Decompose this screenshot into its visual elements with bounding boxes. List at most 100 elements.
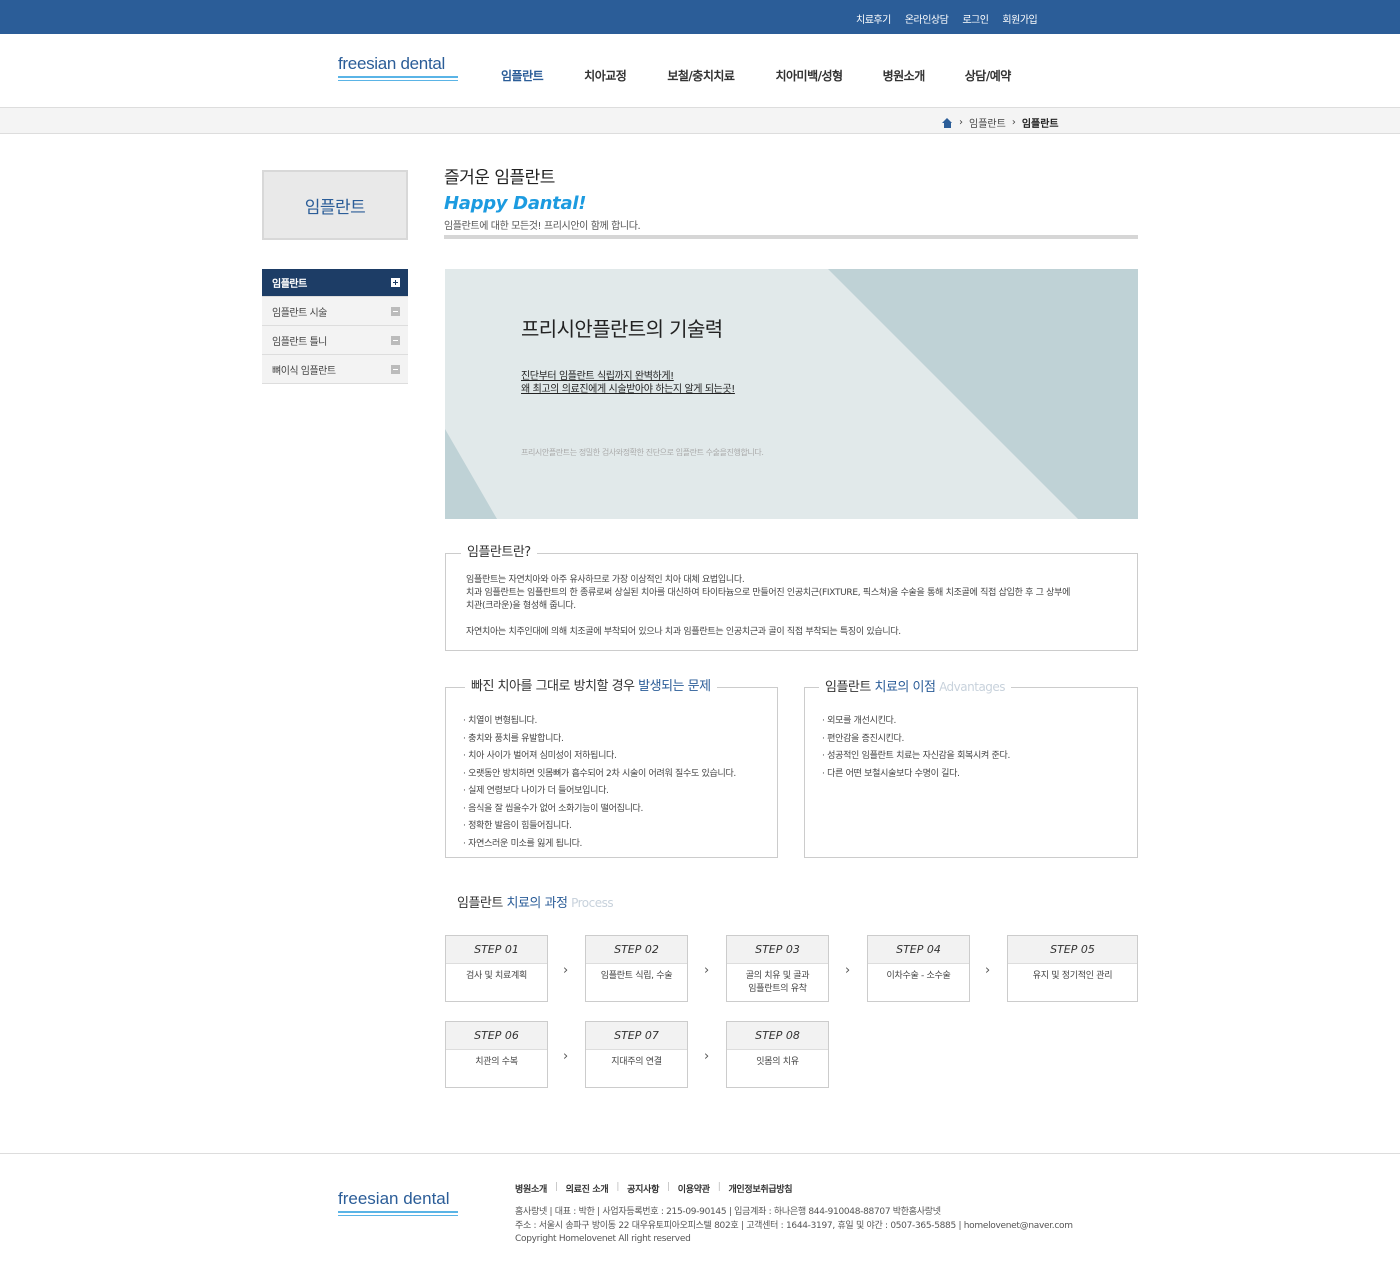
nav-about[interactable]: 병원소개 — [883, 67, 926, 84]
content-header: 즐거운 임플란트 Happy Dantal! 임플란트에 대한 모든것! 프리시… — [444, 167, 1138, 239]
advantages-box: 임플란트 치료의 이점 Advantages · 외모를 개선시킨다. · 편안… — [804, 679, 1138, 858]
top-link-reviews[interactable]: 치료후기 — [856, 11, 891, 26]
page-title: 즐거운 임플란트 — [444, 168, 555, 188]
hero-banner: 프리시안플란트의 기술력 진단부터 임플란트 식립까지 완벽하게! 왜 최고의 … — [445, 269, 1138, 519]
footer-link-privacy[interactable]: 개인정보취급방침 — [728, 1182, 792, 1195]
step-label: STEP 08 — [727, 1022, 828, 1050]
list-item: · 외모를 개선시킨다. — [822, 716, 897, 726]
list-item: · 자연스러운 미소를 잃게 됩니다. — [463, 838, 583, 849]
list-item: · 성공적인 임플란트 치료는 자신감을 회복시켜 준다. — [822, 751, 1011, 761]
chevron-right-icon: › — [563, 1049, 569, 1064]
step-description: 치관의 수복 — [475, 1057, 518, 1067]
top-link-signup[interactable]: 회원가입 — [1002, 11, 1037, 26]
footer-separator: | — [616, 1182, 620, 1192]
process-title-highlight: 치료의 과정 — [506, 896, 568, 911]
footer-company-info: 홈사랑넷 | 대표 : 박한 | 사업자등록번호 : 215-09-90145 … — [515, 1207, 941, 1217]
banner-line-2: 왜 최고의 의료진에게 시술받아야 하는지 알게 되는곳! — [521, 384, 735, 395]
logo[interactable]: freesian dental — [338, 54, 458, 81]
header: freesian dental 임플란트 치아교정 보철/충치치료 치아미백/성… — [0, 34, 1400, 108]
advantages-legend: 임플란트 치료의 이점 Advantages — [819, 679, 1012, 696]
step-description: 잇몸의 치유 — [756, 1057, 799, 1067]
intro-paragraph: 치과 임플란트는 임플란트의 한 종류로써 상실된 치아를 대신하여 타이타늄으… — [466, 588, 1071, 598]
legend-highlight: 발생되는 문제 — [638, 679, 711, 694]
sidebar-item-label: 임플란트 — [272, 279, 307, 290]
sidebar-item-implant-surgery[interactable]: 임플란트 시술 — [262, 297, 408, 326]
slogan: Happy Dantal! — [444, 193, 587, 214]
main-nav: 임플란트 치아교정 보철/충치치료 치아미백/성형 병원소개 상담/예약 — [501, 67, 1011, 84]
list-item: · 치열이 변형됩니다. — [463, 716, 538, 726]
sidebar-item-label: 임플란트 시술 — [272, 307, 327, 319]
problems-box: 빠진 치아를 그대로 방치할 경우 발생되는 문제 · 치열이 변형됩니다. ·… — [445, 679, 778, 858]
list-item: · 다른 어떤 보철시술보다 수명이 길다. — [822, 768, 960, 779]
problems-list: · 치열이 변형됩니다. · 충치와 풍치를 유발합니다. · 치아 사이가 벌… — [463, 713, 736, 853]
step-label: STEP 03 — [727, 936, 828, 964]
step-label: STEP 04 — [868, 936, 969, 964]
intro-paragraph: 치관(크라운)을 형성해 줍니다. — [466, 601, 576, 611]
footer: freesian dental 병원소개 | 의료진 소개 | 공지사항 | 이용약관… — [0, 1153, 1400, 1264]
nav-whitening[interactable]: 치아미백/성형 — [775, 67, 843, 84]
step-description: 골의 치유 및 골과 임플란트의 유착 — [745, 971, 810, 994]
nav-consult[interactable]: 상담/예약 — [965, 67, 1012, 84]
nav-orthodontics[interactable]: 치아교정 — [584, 67, 627, 84]
sidebar-item-implant-denture[interactable]: 임플란트 틀니 — [262, 326, 408, 355]
sidebar-item-implant[interactable]: 임플란트 — [262, 269, 408, 297]
step-description: 유지 및 정기적인 관리 — [1032, 971, 1113, 981]
breadcrumb-item[interactable]: 임플란트 — [969, 115, 1006, 130]
title-divider — [444, 235, 1138, 239]
chevron-right-icon: › — [563, 963, 569, 978]
process-step: STEP 08 잇몸의 치유 — [726, 1021, 829, 1088]
implant-intro-box: 임플란트란? 임플란트는 자연치아와 아주 유사하므로 가장 이상적인 치아 대… — [445, 545, 1138, 651]
process-step: STEP 06 치관의 수복 — [445, 1021, 548, 1088]
sidebar-item-bone-graft[interactable]: 뼈이식 임플란트 — [262, 355, 408, 384]
page-subtitle: 임플란트에 대한 모든것! 프리시안이 함께 합니다. — [444, 221, 641, 232]
nav-implant[interactable]: 임플란트 — [501, 67, 544, 84]
step-description: 임플란트 식립, 수술 — [600, 971, 673, 981]
minus-icon — [391, 306, 400, 316]
footer-address-info: 주소 : 서울시 송파구 방이동 22 대우유토피아오피스텔 802호 | 고객… — [515, 1220, 1073, 1231]
process-step: STEP 02 임플란트 식립, 수술 — [585, 935, 688, 1002]
footer-logo-text: freesian dental — [338, 1189, 458, 1213]
process-title-text: 임플란트 — [457, 896, 507, 911]
banner-note: 프리시안플란트는 정밀한 검사와정확한 진단으로 임플란트 수술을진행합니다. — [521, 448, 764, 457]
footer-logo[interactable]: freesian dental — [338, 1189, 458, 1216]
list-item: · 치아 사이가 벌어져 심미성이 저하됩니다. — [463, 751, 617, 761]
footer-link-notice[interactable]: 공지사항 — [627, 1182, 659, 1195]
footer-link-doctors[interactable]: 의료진 소개 — [566, 1182, 609, 1195]
chevron-right-icon: › — [1011, 117, 1016, 128]
intro-paragraph: 임플란트는 자연치아와 아주 유사하므로 가장 이상적인 치아 대체 요법입니다… — [466, 575, 745, 585]
top-link-online-consult[interactable]: 온라인상담 — [905, 11, 949, 26]
intro-paragraph: 자연치아는 치주인대에 의해 치조골에 부착되어 있으나 치과 임플란트는 인공… — [466, 627, 901, 637]
list-item: · 정확한 발음이 힘들어집니다. — [463, 821, 572, 831]
list-item: · 충치와 풍치를 유발합니다. — [463, 733, 564, 744]
list-item: · 음식을 잘 씹을수가 없어 소화기능이 떨어집니다. — [463, 803, 644, 814]
footer-link-terms[interactable]: 이용약관 — [678, 1182, 710, 1195]
banner-title: 프리시안플란트의 기술력 — [521, 317, 723, 341]
footer-logo-underline — [338, 1215, 458, 1216]
step-label: STEP 01 — [446, 936, 547, 964]
process-step: STEP 03 골의 치유 및 골과 임플란트의 유착 — [726, 935, 829, 1002]
footer-link-about[interactable]: 병원소개 — [515, 1182, 547, 1195]
home-icon[interactable] — [942, 117, 953, 128]
logo-underline — [338, 80, 458, 81]
process-step: STEP 04 이차수술 - 소수술 — [867, 935, 970, 1002]
footer-info: 홈사랑넷 | 대표 : 박한 | 사업자등록번호 : 215-09-90145 … — [515, 1206, 1073, 1247]
minus-icon — [391, 364, 400, 374]
plus-icon — [391, 278, 400, 287]
problems-legend: 빠진 치아를 그대로 방치할 경우 발생되는 문제 — [465, 679, 717, 695]
chevron-right-icon: › — [959, 117, 963, 128]
step-description: 지대주의 연결 — [611, 1057, 662, 1067]
chevron-right-icon: › — [704, 963, 710, 978]
legend-text: 임플란트 — [825, 680, 875, 695]
nav-prosthetics[interactable]: 보철/충치치료 — [667, 67, 735, 84]
top-link-login[interactable]: 로그인 — [962, 11, 989, 26]
breadcrumb: › 임플란트 › 임플란트 — [942, 115, 1059, 130]
logo-text: freesian dental — [338, 54, 458, 78]
breadcrumb-bar: › 임플란트 › 임플란트 — [0, 108, 1400, 134]
minus-icon — [391, 335, 400, 345]
breadcrumb-current: 임플란트 — [1021, 119, 1059, 130]
list-item: · 오랫동안 방치하면 잇몸뼈가 흡수되어 2차 시술이 어려워 질수도 있습니… — [463, 768, 736, 779]
list-item: · 편안감을 증진시킨다. — [822, 733, 905, 744]
top-bar: 치료후기 온라인상담 로그인 회원가입 — [0, 0, 1400, 34]
step-label: STEP 05 — [1008, 936, 1137, 964]
advantages-list: · 외모를 개선시킨다. · 편안감을 증진시킨다. · 성공적인 임플란트 치… — [822, 713, 1010, 783]
